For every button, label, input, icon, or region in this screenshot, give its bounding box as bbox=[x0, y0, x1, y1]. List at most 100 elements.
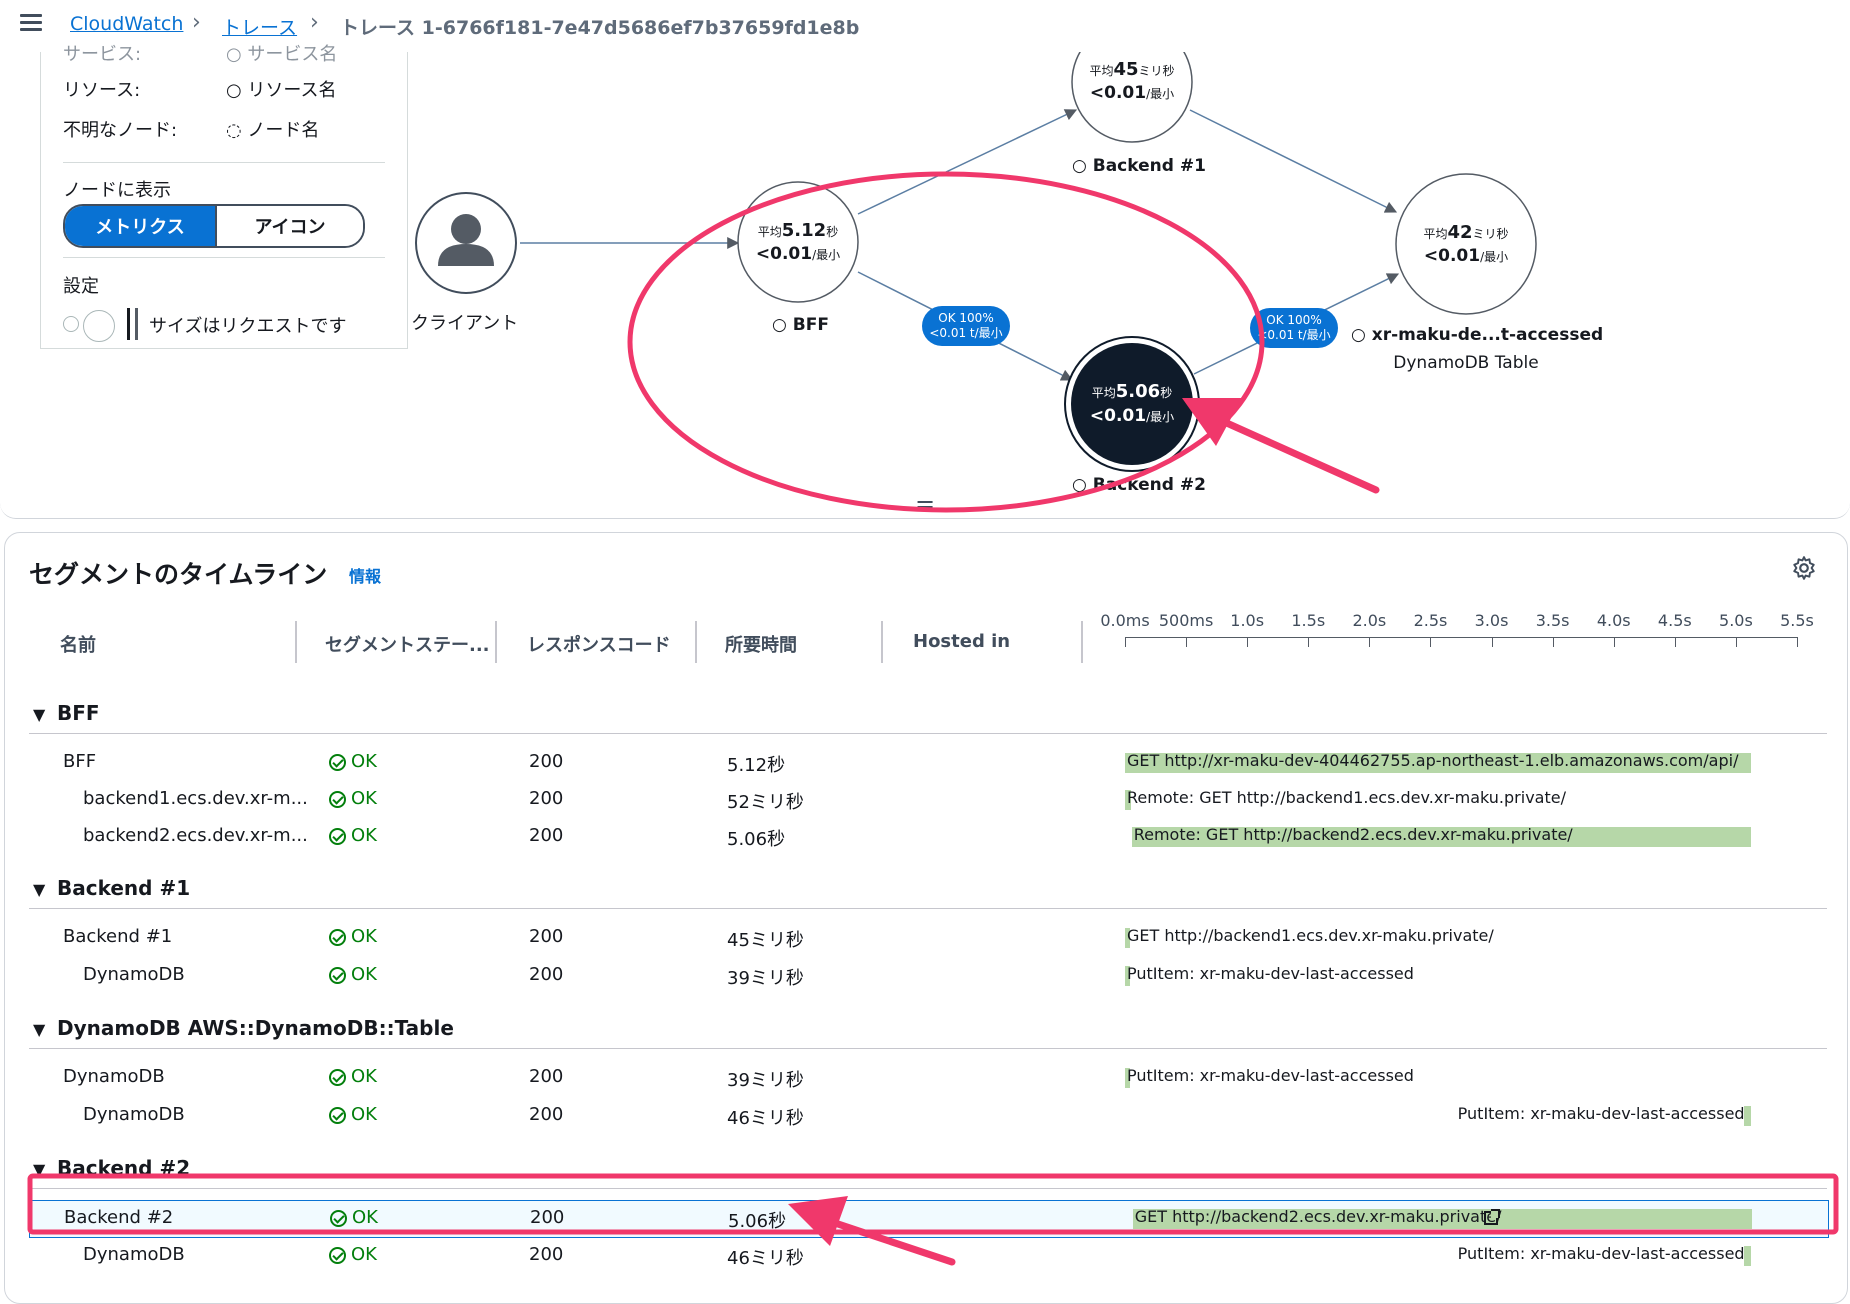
column-divider[interactable] bbox=[495, 621, 497, 663]
backend1-avg-value: 45 bbox=[1113, 59, 1138, 80]
gear-icon[interactable] bbox=[1791, 555, 1817, 581]
segment-status-text: OK bbox=[351, 1066, 377, 1087]
collapse-caret-icon[interactable]: ▼ bbox=[33, 1160, 45, 1179]
timeline-row[interactable]: BFF OK 200 5.12秒 GET http://xr-maku-dev-4044… bbox=[29, 745, 1827, 781]
column-header-segment-status[interactable]: セグメントステー... bbox=[325, 631, 490, 657]
edge-bff-backend1[interactable] bbox=[857, 109, 1078, 215]
column-divider[interactable] bbox=[295, 621, 297, 663]
segment-status: OK bbox=[329, 751, 377, 772]
column-divider[interactable] bbox=[695, 621, 697, 663]
time-tick-label: 5.0s bbox=[1719, 611, 1753, 630]
time-tick-mark bbox=[1552, 637, 1554, 647]
collapse-caret-icon[interactable]: ▼ bbox=[33, 880, 45, 899]
edge-badge-bff-backend2[interactable]: OK 100% <0.01 t/最小 bbox=[922, 306, 1010, 346]
timeline-info-link[interactable]: 情報 bbox=[349, 563, 381, 587]
timeline-group-header[interactable]: ▼ Backend #2 bbox=[29, 1150, 1829, 1188]
legend-service-label: サービス: bbox=[63, 44, 142, 65]
edge-badge-line1: OK 100% bbox=[1266, 313, 1321, 327]
size-toggle-icon[interactable] bbox=[83, 310, 115, 342]
timeline-row[interactable]: DynamoDB OK 200 46ミリ秒 PutItem: xr-maku-dev-l… bbox=[29, 1238, 1827, 1274]
column-divider[interactable] bbox=[881, 621, 883, 663]
segment-duration-bar[interactable] bbox=[1744, 1246, 1751, 1266]
bff-rate-unit: /最小 bbox=[812, 248, 840, 262]
timeline-row[interactable]: backend1.ecs.dev.xr-m... OK 200 52ミリ秒 Remote… bbox=[29, 782, 1827, 818]
external-link-icon[interactable] bbox=[1484, 1209, 1500, 1225]
time-tick-label: 2.5s bbox=[1413, 611, 1448, 630]
segment-name: BFF bbox=[63, 751, 97, 772]
edge-badge-line1: OK 100% bbox=[938, 311, 993, 325]
timeline-group-header[interactable]: ▼ BFF bbox=[29, 695, 1829, 733]
backend1-rate-value: <0.01 bbox=[1090, 83, 1146, 103]
column-header-response-code[interactable]: レスポンスコード bbox=[527, 631, 671, 657]
segment-bar-label: Remote: GET http://backend1.ecs.dev.xr-m… bbox=[1127, 788, 1566, 807]
timeline-row[interactable]: Backend #2 OK 200 5.06秒 GET http://backend2.… bbox=[29, 1200, 1829, 1238]
response-code: 200 bbox=[529, 1104, 564, 1125]
check-circle-icon bbox=[329, 929, 346, 946]
column-header-hosted-in[interactable]: Hosted in bbox=[913, 631, 1010, 652]
backend1-node[interactable]: 平均45ミリ秒 <0.01/最小 bbox=[1071, 52, 1193, 143]
response-code: 200 bbox=[529, 964, 564, 985]
legend-divider bbox=[63, 257, 385, 258]
column-divider[interactable] bbox=[1081, 621, 1083, 663]
breadcrumb-traces[interactable]: トレース bbox=[222, 13, 297, 40]
backend2-node[interactable]: 平均5.06秒 <0.01/最小 bbox=[1064, 336, 1200, 472]
time-tick-mark bbox=[1308, 637, 1310, 647]
bff-node[interactable]: 平均5.12秒 <0.01/最小 bbox=[737, 181, 859, 303]
segment-status: OK bbox=[329, 964, 377, 985]
group-divider bbox=[29, 1188, 1827, 1189]
size-radio-icon[interactable] bbox=[63, 316, 79, 332]
backend1-node-name[interactable]: ○ Backend #1 bbox=[1072, 156, 1206, 176]
bff-avg-value: 5.12 bbox=[782, 220, 826, 241]
backend2-node-name[interactable]: ○ Backend #2 bbox=[1072, 475, 1206, 495]
bff-avg-unit: 秒 bbox=[826, 225, 838, 239]
menu-icon[interactable] bbox=[20, 14, 42, 32]
legend-settings-heading: 設定 bbox=[63, 276, 99, 297]
collapse-caret-icon[interactable]: ▼ bbox=[33, 705, 45, 724]
segment-duration: 5.12秒 bbox=[727, 755, 786, 776]
segment-status-text: OK bbox=[351, 926, 377, 947]
time-tick-label: 2.0s bbox=[1352, 611, 1387, 630]
dynamo-rate-value: <0.01 bbox=[1424, 246, 1480, 266]
response-code: 200 bbox=[529, 1244, 564, 1265]
resize-handle[interactable]: = bbox=[915, 490, 935, 518]
timeline-group-header[interactable]: ▼ Backend #1 bbox=[29, 870, 1829, 908]
display-metrics-button[interactable]: メトリクス bbox=[65, 206, 217, 246]
segment-duration: 46ミリ秒 bbox=[727, 1108, 804, 1129]
timeline-group-title: DynamoDB AWS::DynamoDB::Table bbox=[57, 1016, 454, 1040]
edge-backend1-dynamo[interactable] bbox=[1189, 109, 1398, 213]
dynamo-rate-unit: /最小 bbox=[1480, 250, 1508, 264]
segment-bar-label: PutItem: xr-maku-dev-last-accessed bbox=[1457, 1104, 1745, 1123]
segment-name: Backend #1 bbox=[63, 926, 173, 947]
time-tick-mark bbox=[1674, 637, 1676, 647]
client-node[interactable] bbox=[415, 192, 517, 294]
response-code: 200 bbox=[529, 788, 564, 809]
collapse-caret-icon[interactable]: ▼ bbox=[33, 1020, 45, 1039]
dynamodb-node-name[interactable]: ○ xr-maku-de...t-accessed bbox=[1351, 325, 1603, 345]
breadcrumb-cloudwatch[interactable]: CloudWatch bbox=[70, 13, 183, 35]
timeline-group-title: Backend #2 bbox=[57, 1156, 191, 1180]
timeline-row[interactable]: DynamoDB OK 200 39ミリ秒 PutItem: xr-maku-dev-l… bbox=[29, 1060, 1827, 1096]
check-circle-icon bbox=[329, 828, 346, 845]
segment-bar-label: GET http://backend1.ecs.dev.xr-maku.priv… bbox=[1127, 926, 1494, 945]
timeline-row[interactable]: Backend #1 OK 200 45ミリ秒 GET http://backend1.… bbox=[29, 920, 1827, 956]
check-circle-icon bbox=[329, 1069, 346, 1086]
timeline-row[interactable]: DynamoDB OK 200 46ミリ秒 PutItem: xr-maku-dev-l… bbox=[29, 1098, 1827, 1134]
legend-divider bbox=[63, 162, 385, 163]
time-tick-mark bbox=[1247, 637, 1249, 647]
bff-node-name[interactable]: ○ BFF bbox=[772, 315, 829, 335]
dynamodb-node[interactable]: 平均42ミリ秒 <0.01/最小 bbox=[1395, 173, 1537, 315]
timeline-row[interactable]: backend2.ecs.dev.xr-m... OK 200 5.06秒 Remote… bbox=[29, 819, 1827, 855]
response-code: 200 bbox=[529, 751, 564, 772]
timeline-row[interactable]: DynamoDB OK 200 39ミリ秒 PutItem: xr-maku-dev-l… bbox=[29, 958, 1827, 994]
edge-badge-backend2-dynamo[interactable]: OK 100% <0.01 t/最小 bbox=[1250, 308, 1338, 348]
check-circle-icon bbox=[329, 754, 346, 771]
column-header-name[interactable]: 名前 bbox=[60, 631, 96, 657]
segment-status-text: OK bbox=[351, 1244, 377, 1265]
timeline-group-header[interactable]: ▼ DynamoDB AWS::DynamoDB::Table bbox=[29, 1010, 1829, 1048]
display-icon-button[interactable]: アイコン bbox=[217, 206, 363, 246]
segment-timeline-panel: セグメントのタイムライン 情報 名前 セグメントステー... レスポンスコード … bbox=[4, 532, 1848, 1304]
bff-rate-value: <0.01 bbox=[756, 244, 812, 264]
response-code: 200 bbox=[529, 1066, 564, 1087]
column-header-duration[interactable]: 所要時間 bbox=[725, 631, 797, 657]
segment-duration-bar[interactable] bbox=[1744, 1106, 1751, 1126]
